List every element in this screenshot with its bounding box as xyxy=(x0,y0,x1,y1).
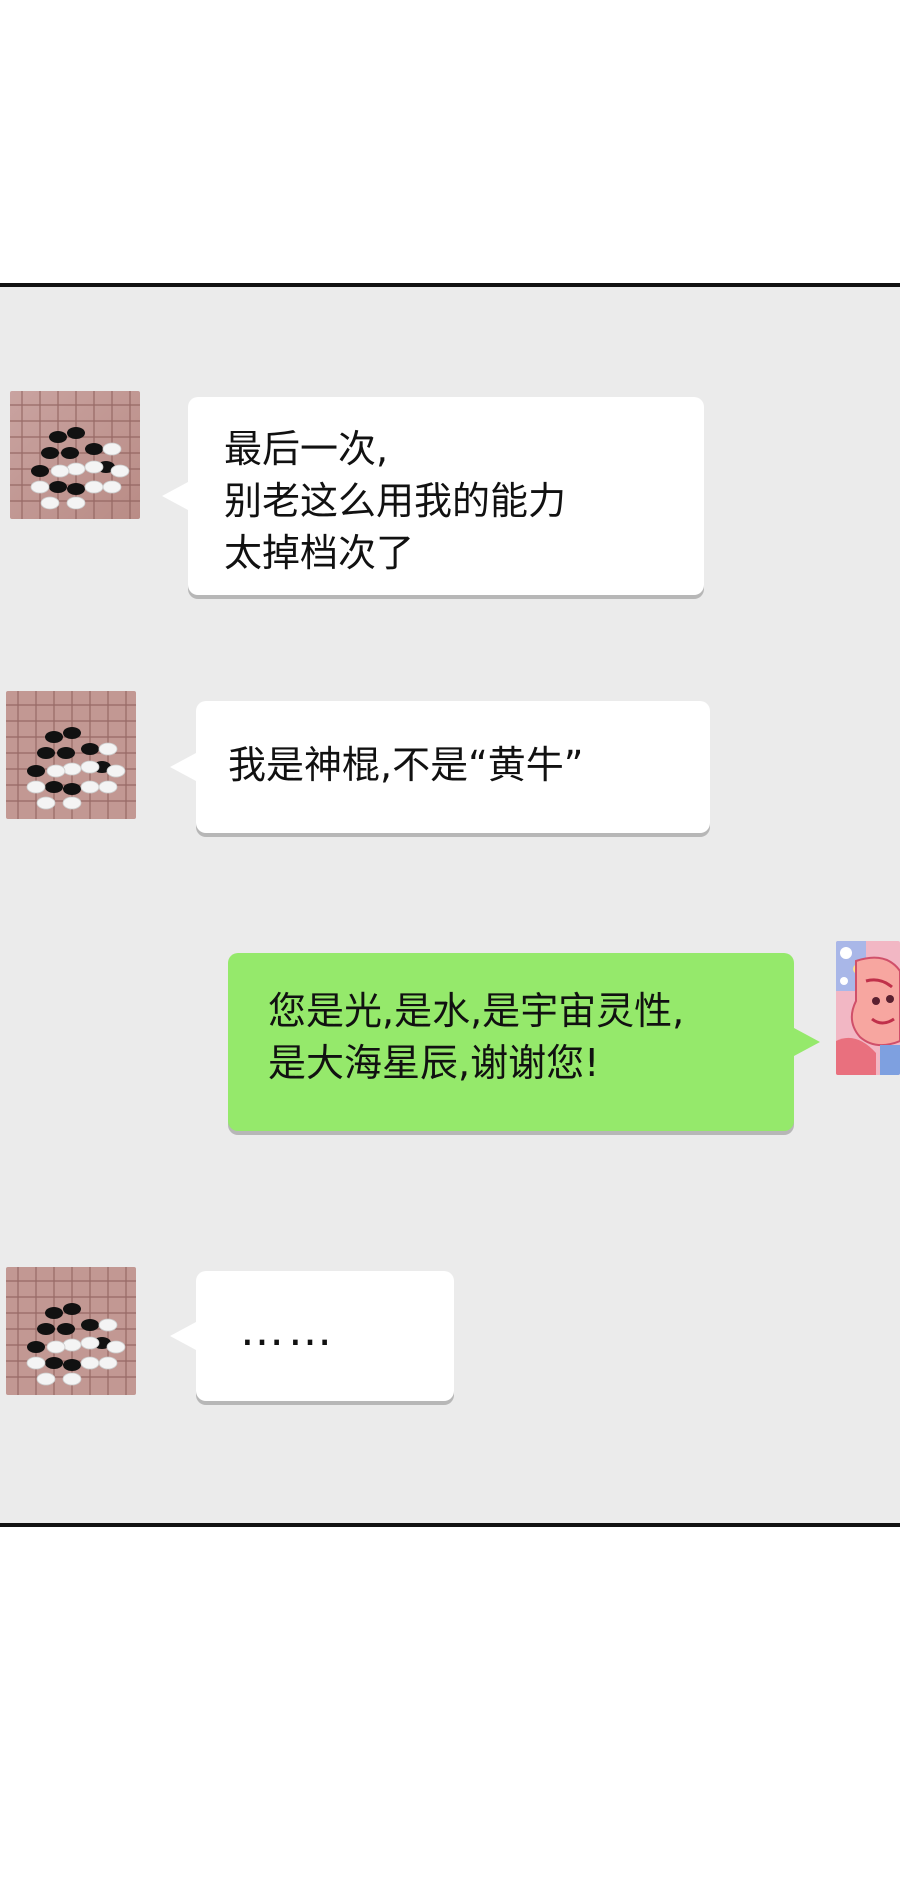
message-text: 太掉档次了 xyxy=(224,531,415,575)
message-text: 您是光,是水,是宇宙灵性, xyxy=(268,989,685,1033)
message-text: 最后一次, xyxy=(224,427,389,471)
go-board-avatar[interactable] xyxy=(6,1267,136,1395)
pink-cartoon-avatar[interactable] xyxy=(836,941,900,1075)
message-text: 是大海星辰,谢谢您! xyxy=(268,1041,600,1085)
cartoon-character-icon xyxy=(836,941,900,1075)
go-board-icon xyxy=(6,691,136,819)
message-bubble-3[interactable]: 您是光,是水,是宇宙灵性, 是大海星辰,谢谢您! xyxy=(228,953,820,1131)
message-bubble-1[interactable]: 最后一次, 别老这么用我的能力 太掉档次了 xyxy=(162,397,704,595)
go-board-icon xyxy=(10,391,140,519)
go-board-icon xyxy=(6,1267,136,1395)
message-text: …… xyxy=(240,1305,336,1356)
message-bubble-4[interactable]: …… xyxy=(170,1271,454,1401)
message-text: 我是神棍,不是“黄牛” xyxy=(228,743,584,787)
message-text: 别老这么用我的能力 xyxy=(224,479,567,523)
chat-panel: 最后一次, 别老这么用我的能力 太掉档次了 我是神棍,不是“黄牛” 您是光,是水… xyxy=(0,283,900,1527)
go-board-avatar[interactable] xyxy=(10,391,140,519)
go-board-avatar[interactable] xyxy=(6,691,136,819)
message-bubble-2[interactable]: 我是神棍,不是“黄牛” xyxy=(170,701,710,833)
